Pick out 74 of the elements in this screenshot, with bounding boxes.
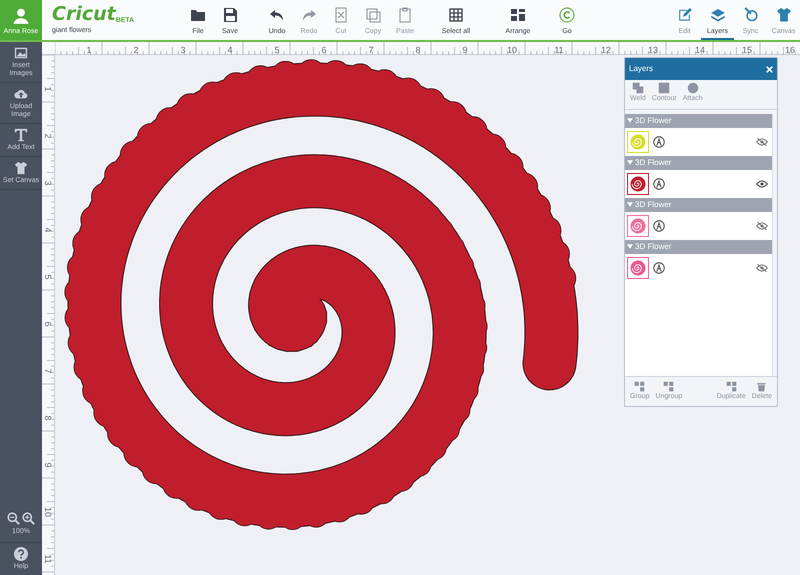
layer-thumbnail[interactable] bbox=[627, 172, 649, 194]
ruler-number: 3 bbox=[180, 45, 186, 55]
trash-icon bbox=[756, 380, 768, 392]
ruler-number: 6 bbox=[43, 322, 53, 326]
ruler-number: 1 bbox=[86, 45, 92, 55]
user-icon bbox=[12, 6, 30, 24]
ruler-number: 3 bbox=[43, 180, 53, 186]
square-icon bbox=[658, 82, 670, 94]
close-icon[interactable] bbox=[766, 66, 773, 72]
text-icon bbox=[14, 128, 28, 142]
ruler-number: 1 bbox=[43, 86, 53, 92]
panel-title: Layers bbox=[629, 63, 654, 75]
cut-icon bbox=[333, 7, 349, 23]
ruler-number: 8 bbox=[43, 416, 53, 420]
blade-icon[interactable] bbox=[653, 178, 665, 190]
blade-icon[interactable] bbox=[653, 220, 665, 232]
ruler-number: 2 bbox=[134, 45, 138, 55]
upload-icon bbox=[14, 87, 28, 102]
ruler-number: 6 bbox=[322, 45, 326, 55]
layers-icon bbox=[710, 7, 726, 22]
layer-thumbnail[interactable] bbox=[627, 214, 649, 236]
ruler-number: 11 bbox=[43, 554, 53, 564]
ruler-number: 13 bbox=[648, 45, 658, 55]
logo: Cricut bbox=[52, 5, 116, 24]
ruler-number: 12 bbox=[601, 45, 611, 55]
ruler-number: 5 bbox=[274, 45, 280, 55]
circle-icon bbox=[686, 82, 699, 94]
ruler-number: 7 bbox=[43, 368, 53, 374]
shirt-icon bbox=[776, 7, 792, 22]
ruler-number: 9 bbox=[462, 45, 468, 55]
hidden-eye-icon[interactable] bbox=[756, 262, 768, 272]
ruler-number: 11 bbox=[554, 45, 564, 55]
caret-icon[interactable] bbox=[627, 202, 633, 207]
ruler-number: 14 bbox=[695, 45, 705, 55]
caret-icon[interactable] bbox=[627, 244, 633, 249]
undo-icon bbox=[269, 7, 285, 23]
go-icon bbox=[559, 7, 575, 23]
ruler-number: 7 bbox=[368, 45, 374, 55]
folder-icon bbox=[190, 7, 206, 23]
zoom-out-icon[interactable] bbox=[7, 512, 20, 526]
pen-circle-icon bbox=[742, 7, 758, 22]
blade-icon[interactable] bbox=[653, 262, 665, 274]
help-icon bbox=[14, 546, 28, 561]
zoom-in-icon[interactable] bbox=[22, 512, 35, 526]
ruler-number: 2 bbox=[43, 134, 53, 138]
ruler-number: 10 bbox=[507, 45, 517, 55]
squares-icon bbox=[663, 380, 674, 392]
redo-icon bbox=[301, 7, 317, 23]
ruler-number: 15 bbox=[742, 45, 752, 55]
grid-icon bbox=[448, 7, 464, 23]
ruler-number: 10 bbox=[43, 507, 53, 517]
ruler-number: 8 bbox=[416, 45, 420, 55]
caret-icon[interactable] bbox=[627, 118, 633, 123]
hidden-eye-icon[interactable] bbox=[756, 220, 768, 230]
copy-icon bbox=[365, 7, 381, 23]
edit-icon bbox=[676, 7, 692, 22]
shirt-icon bbox=[14, 161, 28, 176]
caret-icon[interactable] bbox=[627, 160, 633, 165]
ruler-number: 9 bbox=[43, 462, 53, 468]
ruler-number: 16 bbox=[785, 45, 795, 55]
squares-icon bbox=[634, 380, 646, 392]
blade-icon[interactable] bbox=[653, 136, 665, 148]
squares-icon bbox=[726, 380, 737, 392]
weld-icon bbox=[632, 82, 644, 94]
layer-thumbnail[interactable] bbox=[627, 256, 649, 278]
hidden-eye-icon[interactable] bbox=[756, 136, 768, 146]
ruler-number: 4 bbox=[43, 228, 53, 232]
save-icon bbox=[222, 7, 238, 23]
eye-icon[interactable] bbox=[756, 178, 768, 188]
image-icon bbox=[14, 46, 28, 60]
ruler-number: 4 bbox=[228, 45, 232, 55]
paste-icon bbox=[397, 7, 413, 23]
arrange-icon bbox=[510, 7, 526, 23]
ruler-number: 5 bbox=[43, 274, 53, 280]
